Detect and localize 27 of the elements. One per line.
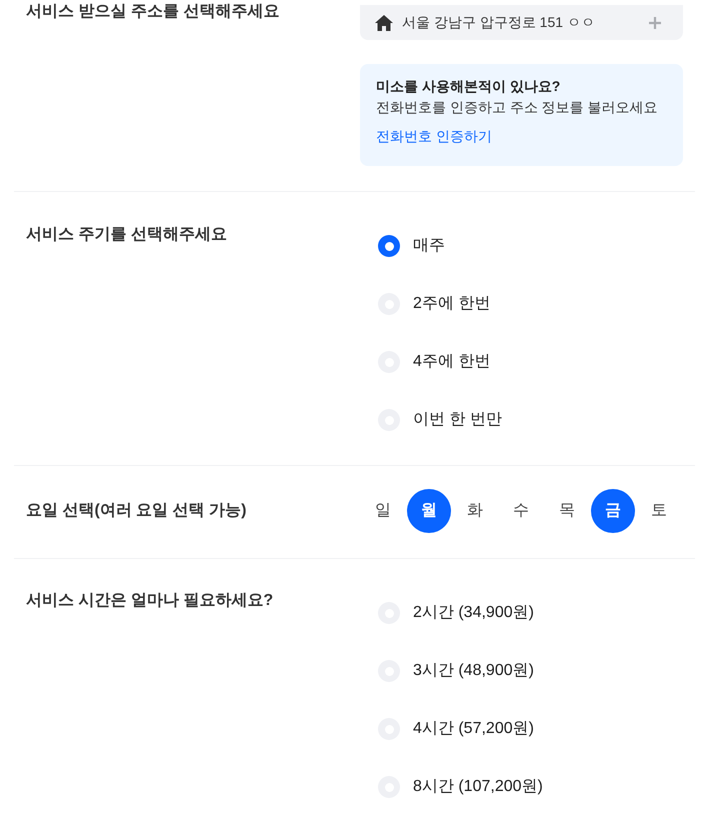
section-heading: 서비스 시간은 얼마나 필요하세요? bbox=[26, 591, 274, 611]
section-heading: 서비스 받으실 주소를 선택해주세요 bbox=[26, 2, 280, 22]
day-button[interactable]: 일 bbox=[361, 489, 405, 533]
radio-label: 이번 한 번만 bbox=[413, 410, 502, 430]
radio-label: 8시간 (107,200원) bbox=[413, 777, 543, 797]
plus-icon[interactable] bbox=[649, 16, 661, 28]
day-button[interactable]: 금 bbox=[591, 489, 635, 533]
section-heading: 요일 선택(여러 요일 선택 가능) bbox=[26, 501, 248, 521]
radio-label: 4주에 한번 bbox=[413, 352, 490, 372]
radio-button[interactable] bbox=[378, 235, 400, 257]
day-button[interactable]: 수 bbox=[499, 489, 543, 533]
section-heading: 서비스 주기를 선택해주세요 bbox=[26, 225, 228, 245]
radio-label: 4시간 (57,200원) bbox=[413, 719, 534, 739]
day-button[interactable]: 토 bbox=[637, 489, 681, 533]
radio-label: 3시간 (48,900원) bbox=[413, 661, 534, 681]
day-button[interactable]: 월 bbox=[407, 489, 451, 533]
radio-label: 2주에 한번 bbox=[413, 294, 490, 314]
day-button[interactable]: 목 bbox=[545, 489, 589, 533]
home-icon bbox=[375, 14, 393, 30]
day-button[interactable]: 화 bbox=[453, 489, 497, 533]
verify-phone-link[interactable]: 전화번호 인증하기 bbox=[376, 126, 492, 146]
info-text: 전화번호를 인증하고 주소 정보를 불러오세요 bbox=[376, 98, 659, 117]
radio-label: 매주 bbox=[413, 236, 445, 256]
address-text: 서울 강남구 압구정로 151 ㅇㅇ bbox=[402, 13, 595, 32]
address-selector[interactable]: 서울 강남구 압구정로 151 ㅇㅇ bbox=[360, 5, 683, 40]
radio-label: 2시간 (34,900원) bbox=[413, 603, 534, 623]
info-title: 미소를 사용해본적이 있나요? bbox=[376, 77, 562, 96]
